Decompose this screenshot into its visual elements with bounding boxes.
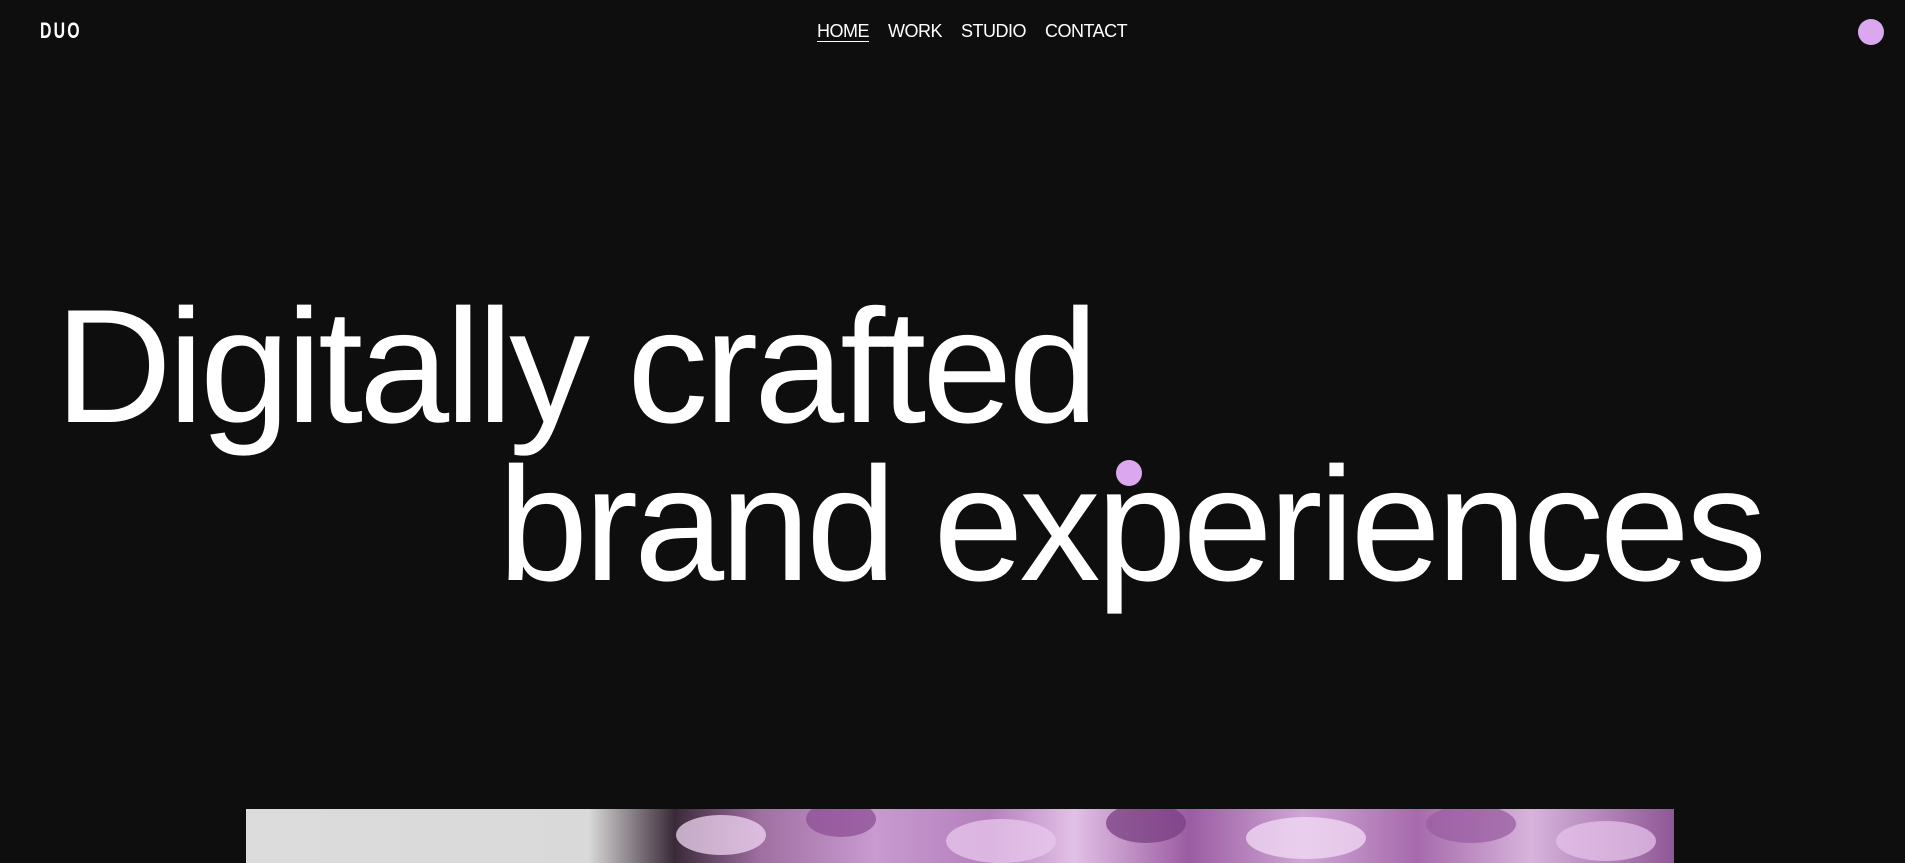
petal-shape <box>1246 817 1366 859</box>
petal-shape <box>1426 809 1516 843</box>
cursor-dot-icon <box>1116 460 1142 486</box>
petal-shape <box>946 819 1056 863</box>
petal-shape <box>806 809 876 837</box>
petal-shape <box>676 815 766 855</box>
hero-headline-line-1: Digitally crafted <box>55 276 1098 457</box>
petal-shape <box>1106 809 1186 843</box>
hero-image-flowers <box>246 809 1674 863</box>
hero-section: Digitally crafted brand experiences <box>0 0 1905 800</box>
petal-shape <box>1556 821 1656 861</box>
